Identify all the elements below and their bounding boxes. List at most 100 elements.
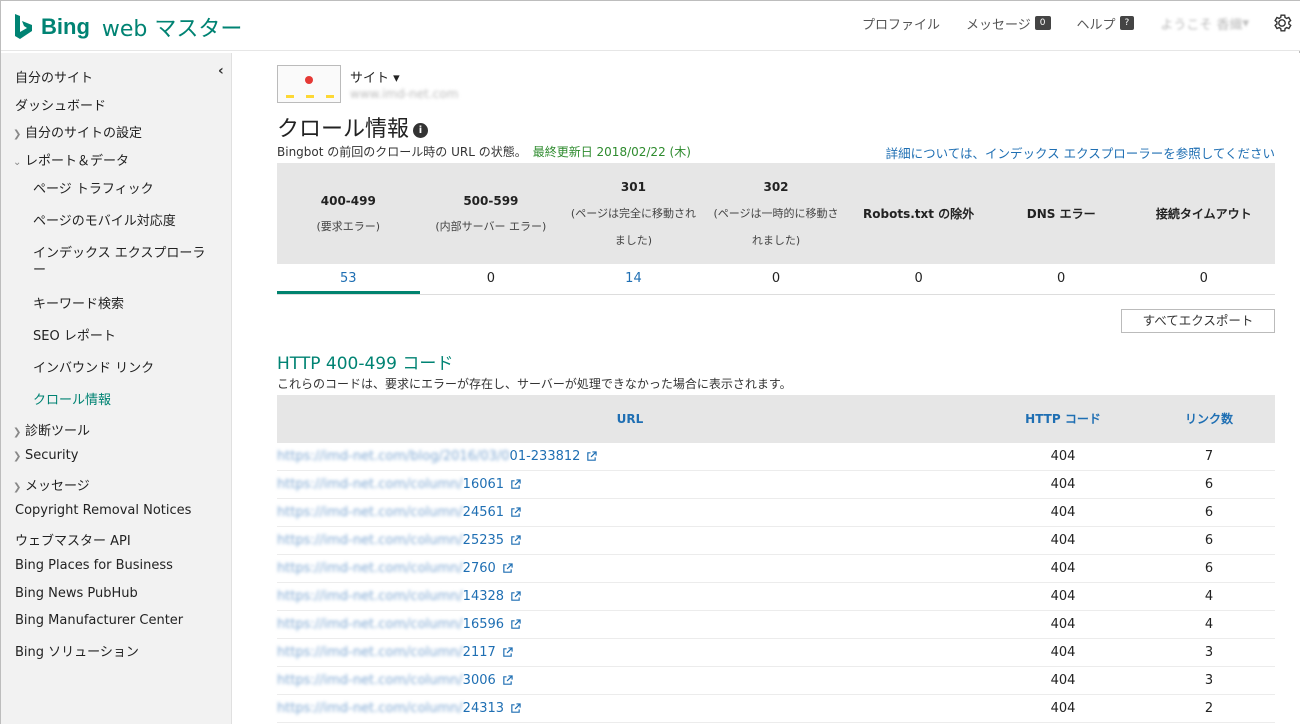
crawl-stats-summary: 400-499 (要求エラー) 500-599 (内部サーバー エラー) 301 (ペ… [277,163,1275,295]
page-title-text: クロール情報 [277,117,410,142]
url-prefix: https://imd-net.com/column/ [277,588,463,604]
stat-value-500: 0 [486,271,495,286]
http-code-cell: 404 [1050,701,1076,716]
url-link[interactable]: https://imd-net.com/column/24313 [277,695,983,722]
url-link[interactable]: https://imd-net.com/column/24561 [277,499,983,526]
external-link-icon[interactable] [510,507,521,518]
stat-value-301[interactable]: 14 [562,264,705,294]
stat-header-301: 301 (ページは完全に移動されました) [562,163,705,264]
external-link-icon[interactable] [510,479,521,490]
site-thumbnail[interactable] [277,65,341,103]
welcome-label: ようこそ 香織 [1160,17,1243,33]
sidebar-item-page-traffic[interactable]: ページ トラフィック [33,181,213,198]
messages-count-badge: 0 [1034,16,1051,30]
stat-code: 500-599 [463,193,519,208]
site-selector-label: サイト [350,71,390,86]
stat-desc: (内部サーバー エラー) [435,219,547,233]
sidebar-item-messages[interactable]: ❯ メッセージ [13,475,90,494]
bing-logo[interactable]: Bing web マスター [13,9,242,45]
sidebar-item-mobile-friendliness[interactable]: ページのモバイル対応度 [33,213,213,230]
sidebar-item-site-settings[interactable]: ❯ 自分のサイトの設定 [13,122,143,141]
info-icon[interactable]: i [413,122,429,138]
sidebar-item-copyright-removal[interactable]: Copyright Removal Notices [15,503,191,518]
http-code-cell: 404 [1050,561,1076,576]
url-suffix: 16596 [462,616,505,632]
stat-desc: (ページは一時的に移動されました) [713,206,839,247]
url-link[interactable]: https://imd-net.com/column/3006 [277,667,983,694]
sidebar-item-diagnostics[interactable]: ❯ 診断ツール [13,420,90,439]
index-explorer-link[interactable]: 詳細については、インデックス エクスプローラーを参照してください [886,143,1275,162]
url-suffix: 01-233812 [509,448,581,464]
product-name: web マスター [101,17,243,42]
url-suffix: 25235 [462,532,505,548]
table-row: https://imd-net.com/column/14328 404 4 [277,583,1275,611]
stat-header-dns: DNS エラー [990,163,1133,264]
external-link-icon[interactable] [502,675,513,686]
bing-b-icon [15,14,32,39]
link-count-cell: 3 [1204,645,1214,660]
export-all-button[interactable]: すべてエクスポート [1121,309,1275,333]
url-prefix: https://imd-net.com/column/ [277,560,463,576]
link-count-cell: 4 [1204,617,1214,632]
sidebar-item-seo-reports[interactable]: SEO レポート [33,328,213,345]
external-link-icon[interactable] [510,535,521,546]
stat-value-timeout: 0 [1199,271,1208,286]
url-suffix: 14328 [462,588,505,604]
welcome-user-menu[interactable]: ようこそ 香織 ▾ [1160,14,1249,33]
sidebar-item-label: レポート＆データ [25,154,130,169]
sidebar-item-webmaster-api[interactable]: ウェブマスター API [15,530,131,549]
sidebar-item-label: 自分のサイトの設定 [25,126,143,141]
sidebar-item-index-explorer[interactable]: インデックス エクスプローラー [33,245,213,279]
url-suffix: 24313 [462,700,505,716]
sidebar-item-my-sites[interactable]: 自分のサイト [15,67,93,86]
column-header-link-count[interactable]: リンク数 [1143,395,1275,443]
site-selector[interactable]: サイト ▾ [350,67,400,86]
sidebar-item-bing-manufacturer-center[interactable]: Bing Manufacturer Center [15,613,183,628]
http-code-cell: 404 [1050,673,1076,688]
help-link[interactable]: ヘルプ ? [1077,14,1135,33]
url-link[interactable]: https://imd-net.com/column/16061 [277,471,983,498]
http-code-cell: 404 [1050,589,1076,604]
sidebar-item-inbound-links[interactable]: インバウンド リンク [33,360,213,377]
external-link-icon[interactable] [586,451,598,462]
external-link-icon[interactable] [510,619,521,630]
sidebar-item-reports-data[interactable]: ⌄ レポート＆データ [13,150,130,169]
messages-label: メッセージ [966,17,1031,33]
sidebar-item-security[interactable]: ❯ Security [13,448,78,463]
url-link[interactable]: https://imd-net.com/blog/2016/03/0 01-233… [277,443,983,470]
external-link-icon[interactable] [510,591,521,602]
table-row: https://imd-net.com/blog/2016/03/0 01-233… [277,443,1275,471]
gear-icon[interactable] [1271,12,1293,34]
url-link[interactable]: https://imd-net.com/column/2117 [277,639,983,666]
sidebar-item-bing-news-pubhub[interactable]: Bing News PubHub [15,586,138,601]
messages-link[interactable]: メッセージ 0 [966,14,1051,33]
sidebar-item-keyword-research[interactable]: キーワード検索 [33,296,213,313]
column-header-http-code[interactable]: HTTP コード [983,395,1143,443]
url-prefix: https://imd-net.com/column/ [277,504,463,520]
url-link[interactable]: https://imd-net.com/column/16596 [277,611,983,638]
help-badge: ? [1119,16,1135,30]
link-count-cell: 4 [1204,589,1214,604]
sidebar-item-bing-solutions[interactable]: Bing ソリューション [15,641,139,660]
top-nav: プロファイル メッセージ 0 ヘルプ ? ようこそ 香織 ▾ [836,1,1300,45]
url-link[interactable]: https://imd-net.com/column/14328 [277,583,983,610]
external-link-icon[interactable] [502,647,513,658]
sidebar-item-bing-places[interactable]: Bing Places for Business [15,558,173,573]
url-link[interactable]: https://imd-net.com/column/25235 [277,527,983,554]
url-suffix: 2760 [462,560,496,576]
column-header-url[interactable]: URL [277,395,983,443]
external-link-icon[interactable] [510,703,521,714]
sidebar-item-dashboard[interactable]: ダッシュボード [15,95,106,114]
stat-value-400[interactable]: 53 [277,264,420,294]
main-content: サイト ▾ www.imd-net.com クロール情報 i Bingbot の前… [232,53,1300,724]
collapse-sidebar-icon[interactable]: ‹ [218,63,224,79]
external-link-icon[interactable] [502,563,513,574]
profile-link[interactable]: プロファイル [862,14,940,33]
site-url: www.imd-net.com [350,87,459,101]
table-row: https://imd-net.com/column/16061 404 6 [277,471,1275,499]
table-header: URL HTTP コード リンク数 [277,395,1275,443]
url-link[interactable]: https://imd-net.com/column/2760 [277,555,983,582]
stat-code: 接続タイムアウト [1155,206,1252,221]
sidebar-item-crawl-information[interactable]: クロール情報 [33,392,213,409]
table-row: https://imd-net.com/column/16596 404 4 [277,611,1275,639]
